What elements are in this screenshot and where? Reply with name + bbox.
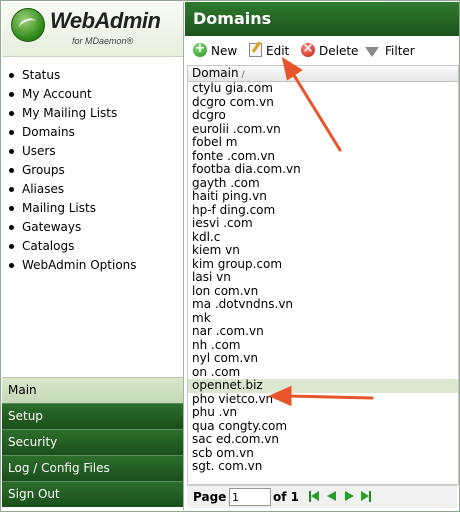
sort-indicator-icon: / <box>241 70 245 80</box>
table-row[interactable]: kdl.c <box>188 230 458 245</box>
table-row[interactable]: nyl com.vn <box>188 351 458 366</box>
filter-button-label: Filter <box>385 44 415 58</box>
page-label: Page <box>193 490 227 504</box>
new-icon <box>193 40 207 58</box>
table-row[interactable]: footba dia.com.vn <box>188 162 458 177</box>
table-row[interactable]: scb om.vn <box>188 446 458 461</box>
table-row[interactable]: kim group.com <box>188 257 458 272</box>
edit-button[interactable]: Edit <box>249 42 289 60</box>
page-count-label: of 1 <box>273 490 299 504</box>
logo-text: WebAdmin <box>50 8 161 33</box>
left-pane: WebAdmin for MDaemon® Status My Account … <box>2 2 184 510</box>
nav-item-my-mailing-lists[interactable]: My Mailing Lists <box>2 104 183 123</box>
table-row[interactable]: mk <box>188 311 458 326</box>
delete-button[interactable]: Delete <box>301 40 359 60</box>
table-row[interactable]: sac ed.com.vn <box>188 432 458 447</box>
table-row[interactable]: dcgro <box>188 108 458 123</box>
page-number-input[interactable] <box>229 488 271 506</box>
nav-item-my-account[interactable]: My Account <box>2 85 183 104</box>
table-row[interactable]: dcgro com.vn <box>188 95 458 110</box>
table-row[interactable]: gayth .com <box>188 176 458 191</box>
nav-item-aliases[interactable]: Aliases <box>2 180 183 199</box>
table-row[interactable]: pho vietco.vn <box>188 392 458 407</box>
section-log-config-files[interactable]: Log / Config Files <box>2 455 183 481</box>
section-security[interactable]: Security <box>2 429 183 455</box>
nav-item-webadmin-options[interactable]: WebAdmin Options <box>2 256 183 275</box>
table-row[interactable]: ctylu gia.com <box>188 81 458 96</box>
table-row[interactable]: haiti ping.vn <box>188 189 458 204</box>
delete-icon <box>301 40 315 58</box>
nav-item-groups[interactable]: Groups <box>2 161 183 180</box>
table-row[interactable]: nh .com <box>188 338 458 353</box>
section-sign-out[interactable]: Sign Out <box>2 481 183 507</box>
next-page-icon[interactable] <box>345 491 354 501</box>
table-row[interactable]: fonte .com.vn <box>188 149 458 164</box>
delete-button-label: Delete <box>319 44 359 58</box>
new-button[interactable]: New <box>193 40 238 60</box>
nav-item-gateways[interactable]: Gateways <box>2 218 183 237</box>
column-header-domain[interactable]: Domain / <box>188 66 458 82</box>
domain-list: ctylu gia.com dcgro com.vn dcgro eurolii .… <box>188 81 458 474</box>
nav-item-domains[interactable]: Domains <box>2 123 183 142</box>
nav-item-users[interactable]: Users <box>2 142 183 161</box>
section-setup[interactable]: Setup <box>2 403 183 429</box>
table-row[interactable]: lon com.vn <box>188 284 458 299</box>
main-nav: Status My Account My Mailing Lists Domai… <box>2 66 183 275</box>
table-row[interactable]: sgt. com.vn <box>188 459 458 474</box>
logo-area: WebAdmin for MDaemon® <box>2 2 183 57</box>
edit-icon <box>249 43 262 57</box>
table-row[interactable]: ma .dotvndns.vn <box>188 297 458 312</box>
table-row[interactable]: on .com <box>188 365 458 380</box>
right-pane: Domains New Edit Delete Filter Domain/ c… <box>185 2 459 510</box>
edit-button-label: Edit <box>266 44 290 58</box>
toolbar: New Edit Delete Filter <box>185 40 459 62</box>
table-row[interactable]: phu .vn <box>188 405 458 420</box>
table-row[interactable]: iesvi .com <box>188 216 458 231</box>
app-frame: WebAdmin for MDaemon® Status My Account … <box>0 0 460 512</box>
page-title: Domains <box>185 2 459 36</box>
nav-item-mailing-lists[interactable]: Mailing Lists <box>2 199 183 218</box>
prev-page-icon[interactable] <box>327 491 336 501</box>
nav-item-status[interactable]: Status <box>2 66 183 85</box>
table-row[interactable]: fobel m <box>188 135 458 150</box>
new-button-label: New <box>211 44 238 58</box>
table-row[interactable]: eurolii .com.vn <box>188 122 458 137</box>
section-tabs: Main Setup Security Log / Config Files S… <box>2 377 183 507</box>
filter-icon <box>365 47 379 57</box>
table-row[interactable]: opennet.biz <box>188 378 458 393</box>
table-row[interactable]: hp-f ding.com <box>188 203 458 218</box>
column-header-label: Domain <box>192 66 239 80</box>
logo-subtext: for MDaemon® <box>72 36 134 46</box>
webadmin-logo-icon <box>11 8 45 42</box>
section-main[interactable]: Main <box>2 377 183 403</box>
table-row[interactable]: nar .com.vn <box>188 324 458 339</box>
domain-grid: Domain / ctylu gia.com dcgro com.vn dcgro e… <box>187 65 459 485</box>
filter-button[interactable]: Filter <box>365 42 415 60</box>
pager: Page of 1 <box>187 485 457 508</box>
table-row[interactable]: lasi vn <box>188 270 458 285</box>
table-row[interactable]: qua congty.com <box>188 419 458 434</box>
table-row[interactable]: kiem vn <box>188 243 458 258</box>
nav-item-catalogs[interactable]: Catalogs <box>2 237 183 256</box>
